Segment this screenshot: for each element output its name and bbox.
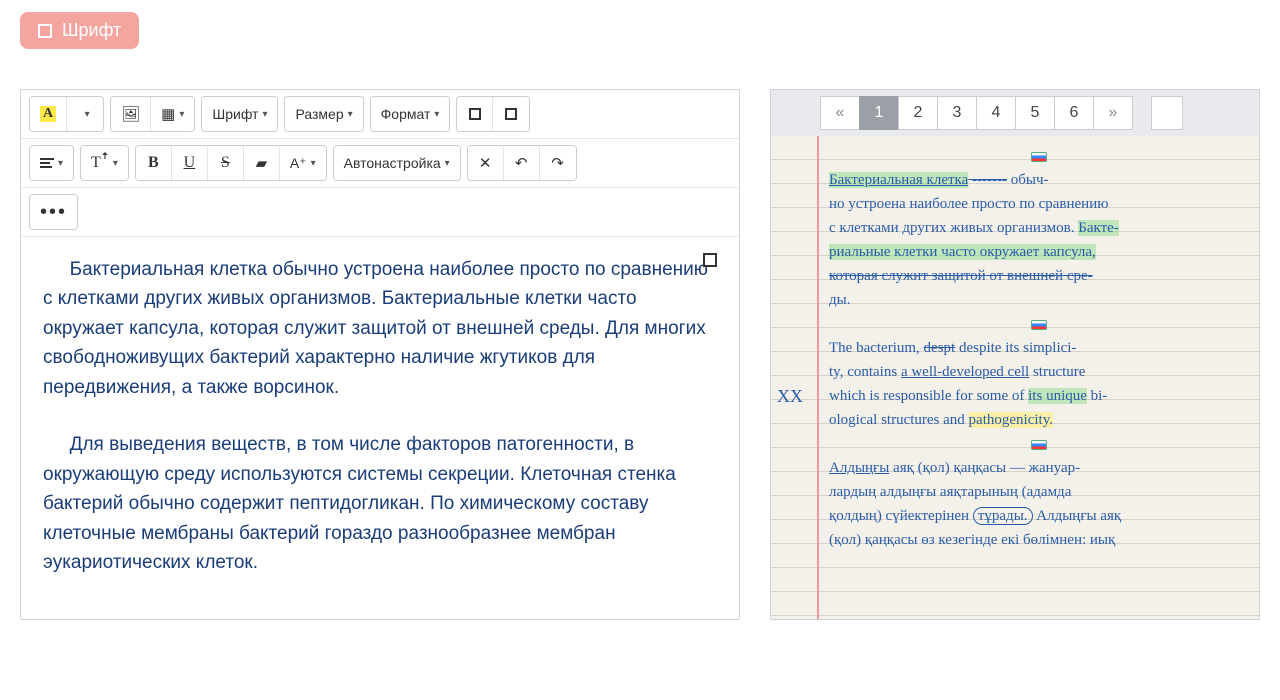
flag-icon (1031, 440, 1047, 450)
pager-input[interactable] (1151, 96, 1183, 130)
superscript-button[interactable]: A⁺ (280, 146, 326, 180)
autotune-dropdown[interactable]: Автонастройка (334, 146, 460, 180)
table-button[interactable]: ▦ (151, 97, 194, 131)
size-dropdown[interactable]: Размер (285, 97, 362, 131)
undo-icon: ↶ (515, 154, 528, 172)
editor-paragraph-1[interactable]: Бактериальная клетка обычно устроена наи… (43, 255, 717, 402)
bold-button[interactable]: B (136, 146, 172, 180)
toolbar-row-1: A 🖼 ▦ Шрифт Размер Формат (21, 90, 739, 139)
font-button-label: Шрифт (62, 20, 121, 41)
image-icon: 🖼 (121, 105, 140, 123)
pager-prev[interactable]: « (820, 96, 860, 130)
box2-button[interactable] (493, 97, 529, 131)
box1-button[interactable] (457, 97, 493, 131)
pager-page-1[interactable]: 1 (859, 96, 899, 130)
textcase-dropdown[interactable]: Tꜛ (81, 146, 128, 180)
align-dropdown[interactable] (30, 146, 73, 180)
flag-icon (1031, 320, 1047, 330)
toolbar-row-3: ••• (21, 188, 739, 237)
pager-page-6[interactable]: 6 (1054, 96, 1094, 130)
more-button[interactable]: ••• (30, 195, 77, 229)
eraser-button[interactable]: ▰ (244, 146, 280, 180)
redo-icon: ↷ (551, 154, 564, 172)
text-highlight-button[interactable]: A (30, 97, 67, 131)
pager-page-3[interactable]: 3 (937, 96, 977, 130)
underline-button[interactable]: U (172, 146, 208, 180)
strike-button[interactable]: S (208, 146, 244, 180)
eraser-icon: ▰ (256, 154, 268, 172)
square-icon (505, 108, 517, 120)
font-button[interactable]: Шрифт (20, 12, 139, 49)
font-dropdown[interactable]: Шрифт (202, 97, 277, 131)
pager: « 1 2 3 4 5 6 » (771, 90, 1259, 136)
pager-next[interactable]: » (1093, 96, 1133, 130)
editor-paragraph-2[interactable]: Для выведения веществ, в том числе факто… (43, 430, 717, 577)
pager-page-2[interactable]: 2 (898, 96, 938, 130)
square-icon (38, 24, 52, 38)
editor-body[interactable]: Бактериальная клетка обычно устроена наи… (21, 237, 739, 619)
fullscreen-button[interactable]: ✕ (468, 146, 504, 180)
main-panels: A 🖼 ▦ Шрифт Размер Формат Tꜛ B U S ▰ (0, 49, 1280, 620)
pager-page-5[interactable]: 5 (1015, 96, 1055, 130)
undo-button[interactable]: ↶ (504, 146, 540, 180)
editor-panel: A 🖼 ▦ Шрифт Размер Формат Tꜛ B U S ▰ (20, 89, 740, 620)
highlight-dropdown[interactable] (67, 97, 103, 131)
flag-icon (1031, 152, 1047, 162)
scan-panel: « 1 2 3 4 5 6 » XX Бактериальная клетка … (770, 89, 1260, 620)
scan-body[interactable]: XX Бактериальная клетка ------- обыч- но… (771, 136, 1259, 619)
redo-button[interactable]: ↷ (540, 146, 576, 180)
toolbar-row-2: Tꜛ B U S ▰ A⁺ Автонастройка ✕ ↶ ↷ (21, 139, 739, 188)
align-icon (40, 158, 54, 168)
handwriting-text: Бактериальная клетка ------- обыч- но ус… (829, 144, 1249, 552)
format-dropdown[interactable]: Формат (371, 97, 450, 131)
image-button[interactable]: 🖼 (111, 97, 151, 131)
table-icon: ▦ (161, 105, 175, 123)
square-icon (469, 108, 481, 120)
expand-icon: ✕ (479, 154, 492, 172)
corner-marker-icon (703, 253, 717, 267)
margin-note-xx: XX (777, 386, 803, 407)
pager-page-4[interactable]: 4 (976, 96, 1016, 130)
